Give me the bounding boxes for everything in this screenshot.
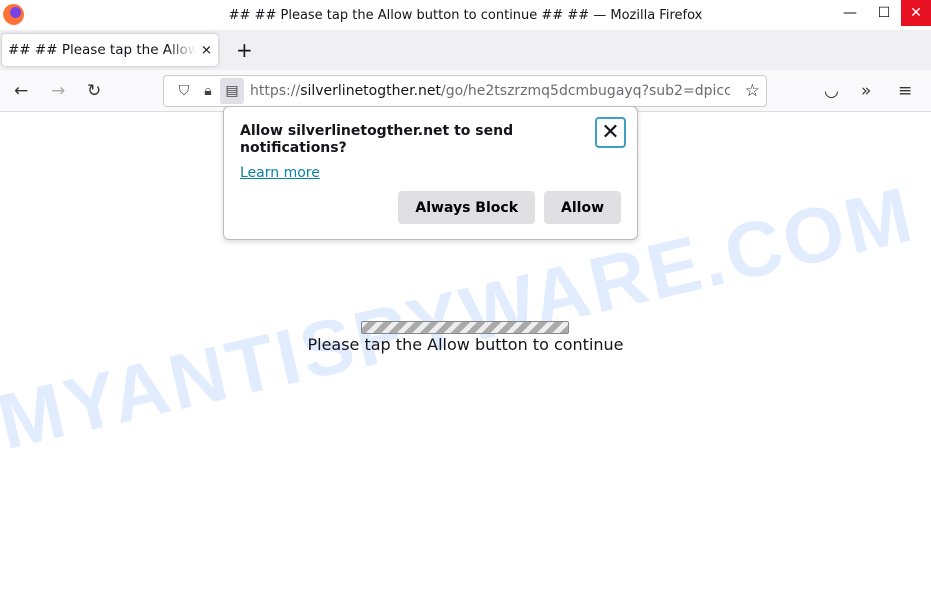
back-icon[interactable]: ← [14,81,28,101]
reload-icon[interactable]: ↻ [87,81,101,101]
popup-close-button[interactable]: ✕ [595,117,626,148]
tab-close-icon[interactable]: × [201,42,212,58]
progress-bar [361,321,569,334]
bookmark-star-icon[interactable]: ☆ [745,81,760,101]
notification-permission-popup: Allow silverlinetogther.net to send noti… [223,106,638,240]
minimize-button[interactable]: — [833,0,867,26]
overflow-chevron-icon[interactable]: » [861,81,871,101]
always-block-button[interactable]: Always Block [398,191,536,224]
popup-title: Allow silverlinetogther.net to send noti… [240,123,514,156]
title-bar: ## ## Please tap the Allow button to con… [0,0,931,30]
maximize-button[interactable]: ☐ [867,0,901,26]
notification-permission-icon[interactable]: ▤ [220,78,244,104]
tab-title: ## ## Please tap the Allow button to con… [8,42,196,58]
allow-button[interactable]: Allow [544,191,621,224]
forward-icon[interactable]: → [51,81,65,101]
firefox-logo-icon [3,4,24,25]
pocket-icon[interactable]: ◡ [824,81,839,101]
window-title: ## ## Please tap the Allow button to con… [228,7,703,23]
tab-active[interactable]: ## ## Please tap the Allow button to con… [2,34,218,66]
url-text[interactable]: https://silverlinetogther.net/go/he2tszr… [250,83,730,99]
new-tab-button[interactable]: + [236,38,253,62]
close-window-button[interactable]: ✕ [901,0,931,26]
shield-icon[interactable]: ⛉ [172,83,196,99]
page-message: Please tap the Allow button to continue [307,335,624,354]
url-bar[interactable]: ⛉ 🔒︎ ▤ https://silverlinetogther.net/go/… [163,75,767,107]
lock-icon[interactable]: 🔒︎ [196,83,220,99]
learn-more-link[interactable]: Learn more [240,165,621,181]
menu-icon[interactable]: ≡ [898,81,912,101]
tab-bar: ## ## Please tap the Allow button to con… [0,30,931,70]
